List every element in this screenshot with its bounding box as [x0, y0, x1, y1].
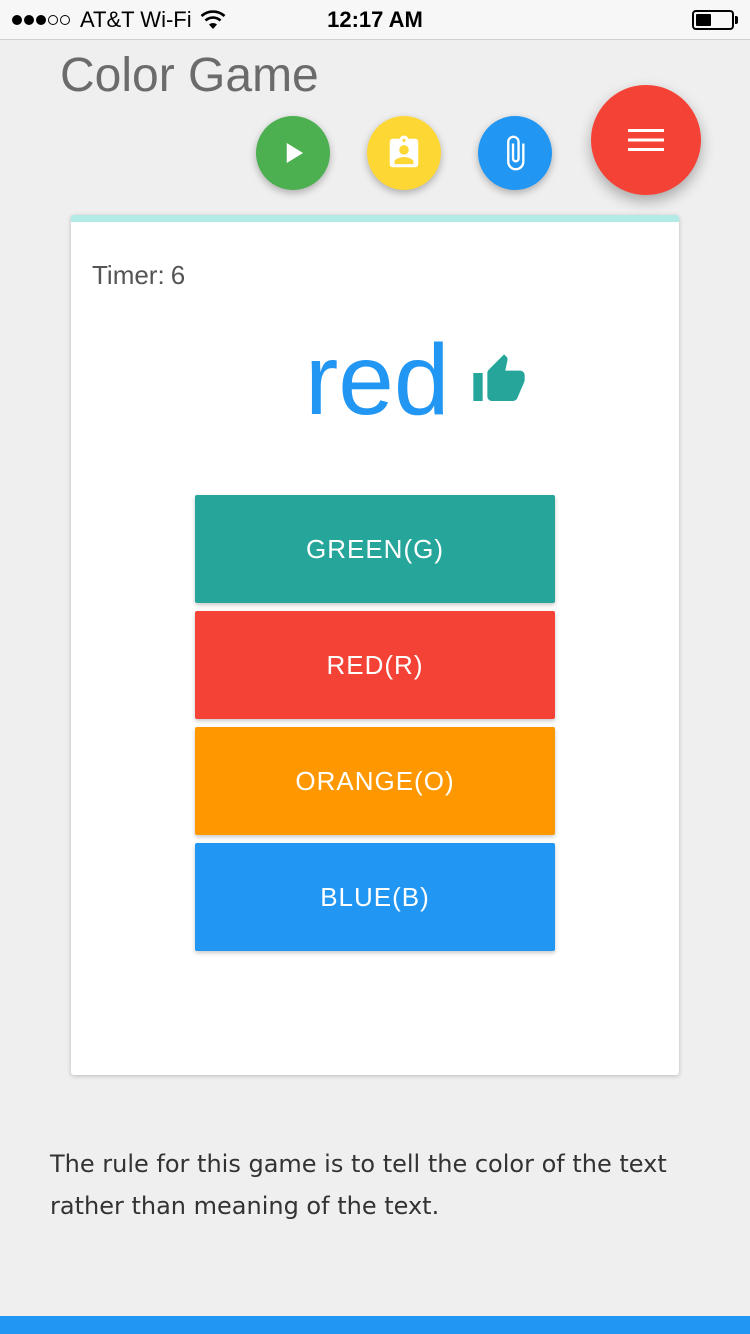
status-time: 12:17 AM — [327, 7, 423, 32]
timer-label: Timer: — [92, 260, 165, 290]
paperclip-icon — [507, 135, 525, 171]
timer-value: 6 — [170, 260, 186, 290]
menu-button[interactable] — [591, 85, 701, 195]
answer-orange-button[interactable]: ORANGE(O) — [195, 727, 555, 835]
answer-blue-button[interactable]: BLUE(B) — [195, 843, 555, 951]
contact-button[interactable] — [367, 116, 441, 190]
attach-button[interactable] — [478, 116, 552, 190]
answer-list: GREEN(G) RED(R) ORANGE(O) BLUE(B) — [195, 495, 555, 959]
timer: Timer: 6 — [92, 260, 185, 291]
bottom-bar — [0, 1316, 750, 1334]
battery-icon — [692, 10, 738, 30]
status-bar: AT&T Wi-Fi 12:17 AM — [0, 0, 750, 40]
answer-green-button[interactable]: GREEN(G) — [195, 495, 555, 603]
play-button[interactable] — [256, 116, 330, 190]
contact-clipboard-icon — [389, 135, 419, 168]
thumbs-up-icon — [473, 354, 525, 401]
app-title: Color Game — [60, 49, 319, 102]
color-game-screen: AT&T Wi-Fi 12:17 AM Color Game Timer: 6 … — [0, 0, 750, 1334]
battery-level — [696, 14, 711, 26]
play-icon — [286, 143, 303, 163]
color-word: red — [305, 324, 450, 436]
menu-icon — [628, 129, 664, 151]
game-card: Timer: 6 red GREEN(G) RED(R) ORANGE(O) BL… — [71, 215, 679, 1075]
rule-text: The rule for this game is to tell the co… — [50, 1150, 667, 1220]
answer-red-button[interactable]: RED(R) — [195, 611, 555, 719]
